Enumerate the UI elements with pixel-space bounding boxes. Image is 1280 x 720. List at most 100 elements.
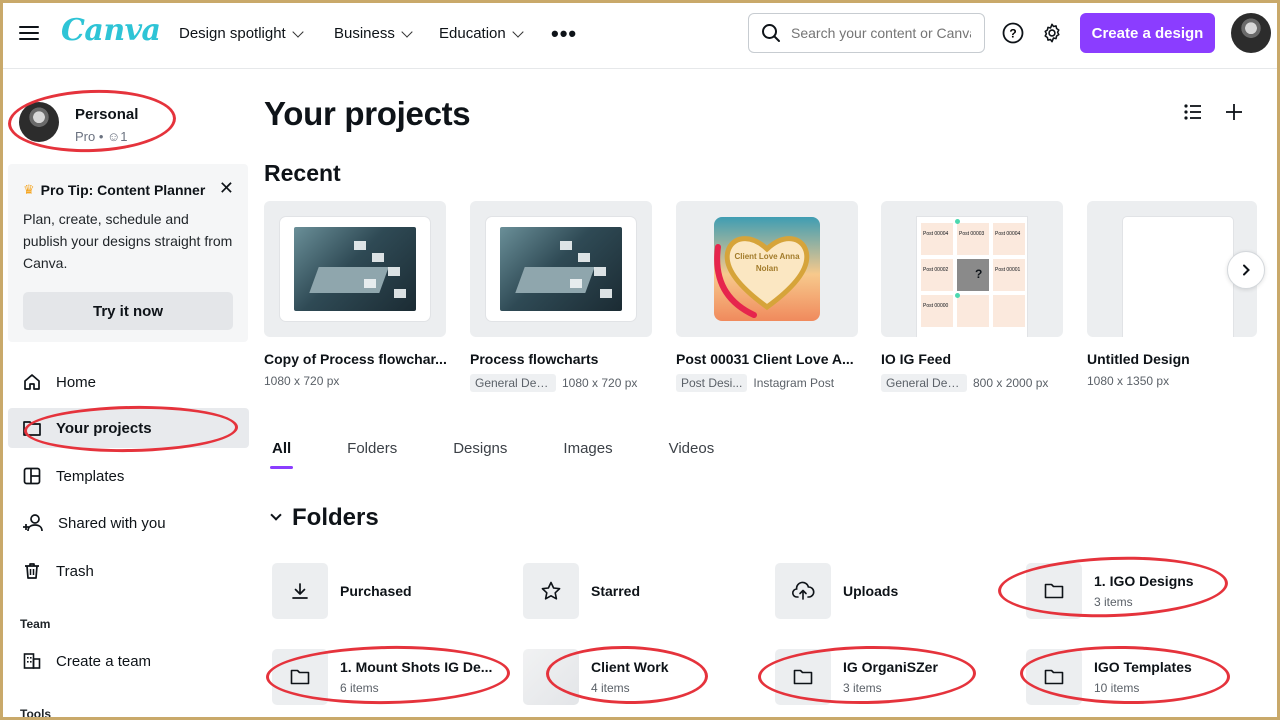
tab-videos[interactable]: Videos	[661, 438, 723, 469]
sidebar-item-your-projects[interactable]: Your projects	[8, 408, 249, 448]
folder-starred[interactable]: Starred	[523, 563, 753, 619]
folder-ig-organiszer[interactable]: IG OrganiSZer 3 items	[775, 649, 1005, 705]
design-title: Copy of Process flowchar...	[264, 351, 447, 367]
tab-folders[interactable]: Folders	[339, 438, 405, 469]
recent-design-card[interactable]: Copy of Process flowchar... 1080 x 720 p…	[264, 201, 454, 388]
gear-icon[interactable]	[1040, 21, 1064, 45]
folder-name: Starred	[591, 583, 641, 599]
folder-name: Uploads	[843, 583, 899, 599]
tab-designs[interactable]: Designs	[445, 438, 515, 469]
design-size: 1080 x 720 px	[562, 376, 638, 390]
folder-name: 1. Mount Shots IG De...	[340, 659, 493, 675]
chevron-down-icon	[401, 25, 413, 38]
design-type-chip: Post Desi...	[676, 374, 748, 392]
folder-purchased[interactable]: Purchased	[272, 563, 502, 619]
search-box[interactable]	[748, 13, 985, 53]
team-section-label: Team	[20, 617, 51, 631]
folder-name: 1. IGO Designs	[1094, 573, 1194, 589]
folder-name: IG OrganiSZer	[843, 659, 938, 675]
menu-icon[interactable]	[19, 23, 39, 43]
building-icon	[23, 653, 41, 669]
folder-igo-templates[interactable]: IGO Templates 10 items	[1026, 649, 1256, 705]
chevron-down-icon	[292, 25, 304, 38]
feed-post-label: Post 00001	[995, 267, 1021, 273]
chevron-down-icon	[270, 509, 282, 521]
feed-post-label: Post 00000	[923, 303, 949, 309]
feed-post-label: Post 00002	[923, 267, 949, 273]
account-avatar	[19, 102, 59, 142]
nav-business[interactable]: Business	[334, 25, 413, 42]
list-view-icon[interactable]	[1183, 103, 1203, 126]
folders-section-toggle[interactable]: Folders	[270, 504, 379, 532]
tab-images[interactable]: Images	[555, 438, 620, 469]
tab-all[interactable]: All	[264, 438, 299, 469]
user-avatar[interactable]	[1231, 13, 1271, 53]
sidebar: Personal Pro • ☺1 ♛ Pro Tip: Content Plan…	[3, 70, 250, 720]
folder-name: Purchased	[340, 583, 412, 599]
recent-design-card[interactable]: Post 00004 Post 00003 Post 00004 Post 00…	[881, 201, 1071, 392]
sidebar-item-shared[interactable]: Shared with you	[8, 503, 249, 543]
recent-design-card[interactable]: Client Love Anna Nolan Post 00031 Client…	[676, 201, 866, 392]
top-bar: Canva Design spotlight Business Educatio…	[3, 3, 1277, 69]
design-title: Post 00031 Client Love A...	[676, 351, 854, 367]
design-size: 1080 x 1350 px	[1087, 374, 1170, 388]
canva-logo[interactable]: Canva	[61, 13, 161, 48]
folder-count: 4 items	[591, 681, 630, 695]
more-icon[interactable]: •••	[551, 21, 577, 47]
folder-name: Client Work	[591, 659, 669, 675]
tip-body: Plan, create, schedule and publish your …	[23, 211, 233, 271]
sidebar-item-trash[interactable]: Trash	[8, 551, 249, 591]
recent-design-card[interactable]: Process flowcharts General Desi... 1080 x…	[470, 201, 660, 392]
design-thumbnail	[264, 201, 446, 337]
shared-users-icon	[23, 514, 43, 532]
search-input[interactable]	[791, 25, 971, 41]
page-title: Your projects	[264, 95, 471, 132]
folder-icon	[290, 669, 310, 685]
account-name: Personal	[75, 106, 139, 123]
templates-icon	[23, 467, 41, 485]
folder-uploads[interactable]: Uploads	[775, 563, 1005, 619]
folder-mount-shots[interactable]: 1. Mount Shots IG De... 6 items	[272, 649, 502, 705]
folder-count: 10 items	[1094, 681, 1140, 695]
design-title: Untitled Design	[1087, 351, 1190, 367]
folder-igo-designs[interactable]: 1. IGO Designs 3 items	[1026, 563, 1256, 619]
help-icon[interactable]: ?	[1001, 21, 1025, 45]
folder-icon	[1044, 583, 1064, 599]
folder-count: 6 items	[340, 681, 379, 695]
pro-tip-card: ♛ Pro Tip: Content Planner ✕ Plan, create…	[8, 164, 248, 342]
chevron-right-icon	[1243, 264, 1250, 276]
tools-section-label: Tools	[20, 707, 52, 720]
try-it-now-button[interactable]: Try it now	[23, 292, 233, 330]
folder-name: IGO Templates	[1094, 659, 1192, 675]
folder-icon	[1044, 669, 1064, 685]
sidebar-item-templates[interactable]: Templates	[8, 456, 249, 496]
nav-education[interactable]: Education	[439, 25, 524, 42]
feed-post-label: Post 00003	[959, 231, 985, 237]
create-team-item[interactable]: Create a team	[8, 641, 249, 681]
close-icon[interactable]: ✕	[219, 178, 234, 199]
design-type-chip: General Desi...	[470, 374, 556, 392]
folder-count: 3 items	[1094, 595, 1133, 609]
sidebar-item-home[interactable]: Home	[8, 362, 249, 402]
star-icon	[541, 581, 561, 600]
carousel-next-button[interactable]	[1227, 251, 1265, 289]
main-content: Your projects Recent Copy of Process flo…	[250, 70, 1277, 720]
plus-icon[interactable]	[1225, 103, 1243, 126]
nav-design-spotlight[interactable]: Design spotlight	[179, 25, 304, 42]
design-thumbnail	[470, 201, 652, 337]
crown-icon: ♛	[23, 182, 35, 197]
recent-design-card[interactable]: Untitled Design 1080 x 1350 px	[1087, 201, 1277, 388]
folder-client-work[interactable]: Client Work 4 items	[523, 649, 753, 705]
folders-heading: Folders	[292, 504, 379, 531]
create-design-button[interactable]: Create a design	[1080, 13, 1215, 53]
heart-caption: Client Love Anna Nolan	[734, 252, 800, 273]
design-size: 800 x 2000 px	[973, 376, 1049, 390]
design-type-chip: General Desi...	[881, 374, 967, 392]
account-switcher[interactable]: Personal Pro • ☺1	[19, 102, 138, 144]
svg-text:?: ?	[1009, 27, 1016, 41]
feed-post-label: Post 00004	[995, 231, 1021, 237]
content-tabs: All Folders Designs Images Videos	[264, 438, 762, 469]
trash-icon	[25, 563, 39, 579]
design-type: Instagram Post	[753, 376, 835, 390]
folder-icon	[23, 421, 41, 436]
